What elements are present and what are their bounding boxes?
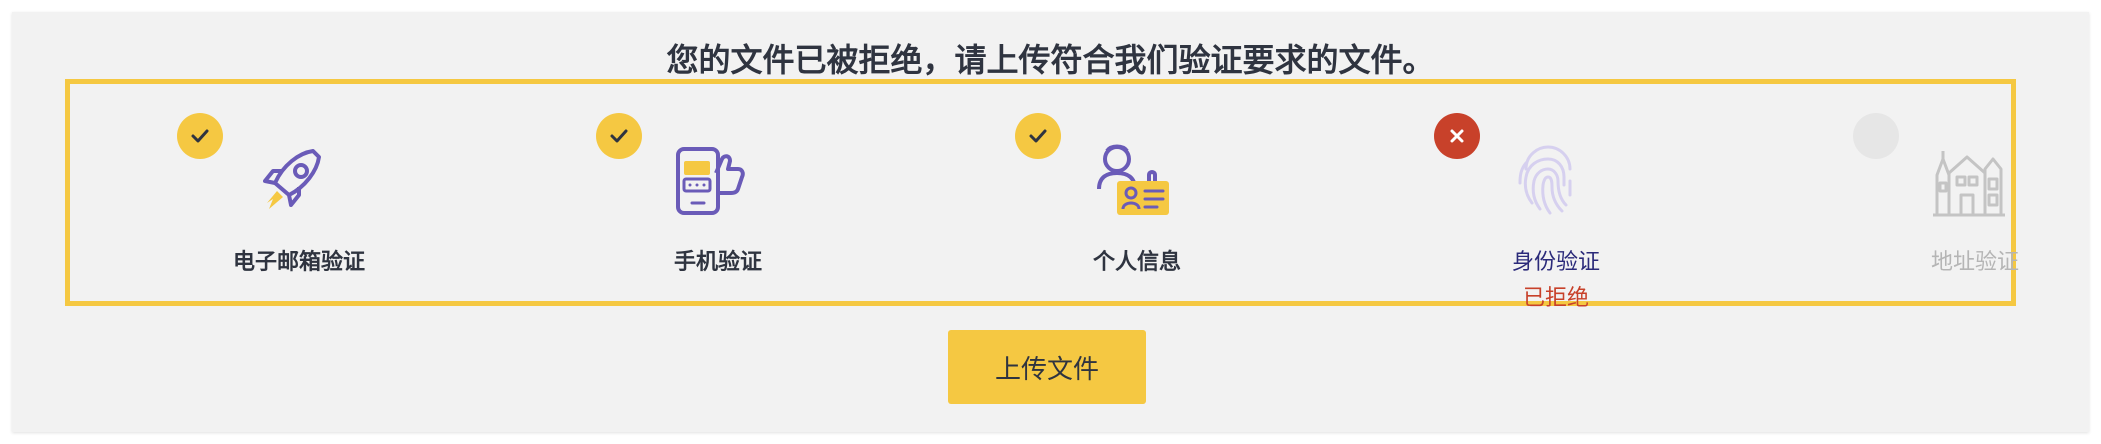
- step-label: 电子邮箱验证: [232, 250, 365, 275]
- step-personal-info: 个人信息: [997, 84, 1297, 311]
- rocket-icon: [239, 129, 339, 229]
- status-badge: 已拒绝: [1522, 286, 1589, 311]
- check-icon: [1015, 113, 1061, 159]
- check-icon: [596, 113, 642, 159]
- step-identity-verification: 身份验证 已拒绝: [1416, 84, 1716, 311]
- buildings-icon: [1915, 129, 2015, 229]
- step-email-verification: 电子邮箱验证: [159, 84, 459, 311]
- page-title: 您的文件已被拒绝，请上传符合我们验证要求的文件。: [666, 41, 1435, 79]
- verification-steps: 电子邮箱验证 手机验证 个人信息 身份验证 已拒绝 地址验证: [65, 79, 2019, 311]
- step-label: 身份验证: [1511, 250, 1600, 275]
- step-label: 个人信息: [1092, 250, 1181, 275]
- fingerprint-icon: [1496, 129, 1596, 229]
- close-icon: [1434, 113, 1480, 159]
- check-icon: [177, 113, 223, 159]
- id-card-person-icon: [1077, 129, 1177, 229]
- step-phone-verification: 手机验证: [578, 84, 878, 311]
- phone-thumbs-up-icon: [658, 129, 758, 229]
- verification-panel: 您的文件已被拒绝，请上传符合我们验证要求的文件。 电子邮箱验证 手机验证 个人信…: [12, 12, 2089, 432]
- pending-status-dot: [1853, 113, 1899, 159]
- step-address-verification: 地址验证: [1835, 84, 2101, 311]
- step-label: 地址验证: [1930, 250, 2019, 275]
- upload-file-button[interactable]: 上传文件: [948, 330, 1146, 404]
- step-label: 手机验证: [673, 250, 762, 275]
